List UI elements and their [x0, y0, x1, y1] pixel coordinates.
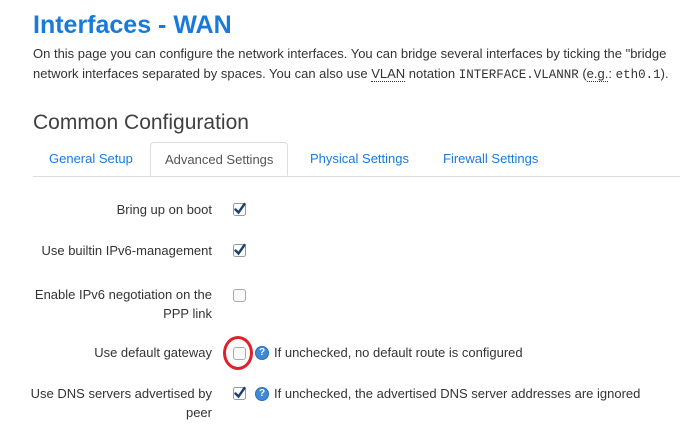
intro-text-part: notation	[405, 66, 459, 81]
intro-text-part: ).	[660, 66, 669, 81]
help-text: If unchecked, no default route is config…	[274, 345, 523, 360]
builtin-ipv6-checkbox[interactable]	[233, 243, 246, 257]
page-title: Interfaces - WAN	[33, 11, 232, 39]
intro-text-part: network interfaces separated by spaces. …	[33, 66, 372, 81]
option-label: Enable IPv6 negotiation on the PPP link	[34, 287, 212, 321]
intro-line-2: network interfaces separated by spaces. …	[33, 64, 680, 85]
dns-servers-peer-checkbox[interactable]	[233, 386, 246, 400]
ipv6-negotiation-checkbox[interactable]	[233, 289, 246, 302]
tab-advanced-settings[interactable]: Advanced Settings	[150, 142, 289, 176]
intro-text: On this page you can configure the netwo…	[33, 44, 680, 85]
intro-line-1: On this page you can configure the netwo…	[33, 46, 667, 61]
vlan-abbreviation: VLAN	[371, 66, 406, 82]
example-code: eth0.1	[615, 68, 661, 82]
highlight-circle	[223, 336, 253, 370]
help-icon: ?	[255, 387, 269, 401]
bring-up-on-boot-checkbox[interactable]	[233, 202, 246, 216]
tab-bar: General Setup Advanced Settings Physical…	[33, 142, 680, 177]
checkmark-icon	[233, 386, 246, 400]
checkmark-icon	[233, 202, 246, 216]
tab-general-setup[interactable]: General Setup	[49, 142, 133, 176]
option-label: Use builtin IPv6-management	[41, 243, 212, 258]
intro-text-part: :	[608, 66, 616, 81]
eg-abbreviation: e.g.	[586, 66, 609, 82]
tab-physical-settings[interactable]: Physical Settings	[310, 142, 409, 176]
tab-firewall-settings[interactable]: Firewall Settings	[443, 142, 538, 176]
option-label: Bring up on boot	[116, 202, 212, 217]
notation-code: INTERFACE.VLANNR	[458, 68, 579, 82]
option-label: Use default gateway	[94, 345, 212, 360]
option-label: Use DNS servers advertised by peer	[30, 386, 212, 420]
intro-text-part: (	[578, 66, 587, 81]
help-icon: ?	[255, 346, 269, 360]
help-text: If unchecked, the advertised DNS server …	[274, 386, 641, 401]
checkmark-icon	[233, 243, 246, 257]
section-title: Common Configuration	[33, 111, 249, 134]
